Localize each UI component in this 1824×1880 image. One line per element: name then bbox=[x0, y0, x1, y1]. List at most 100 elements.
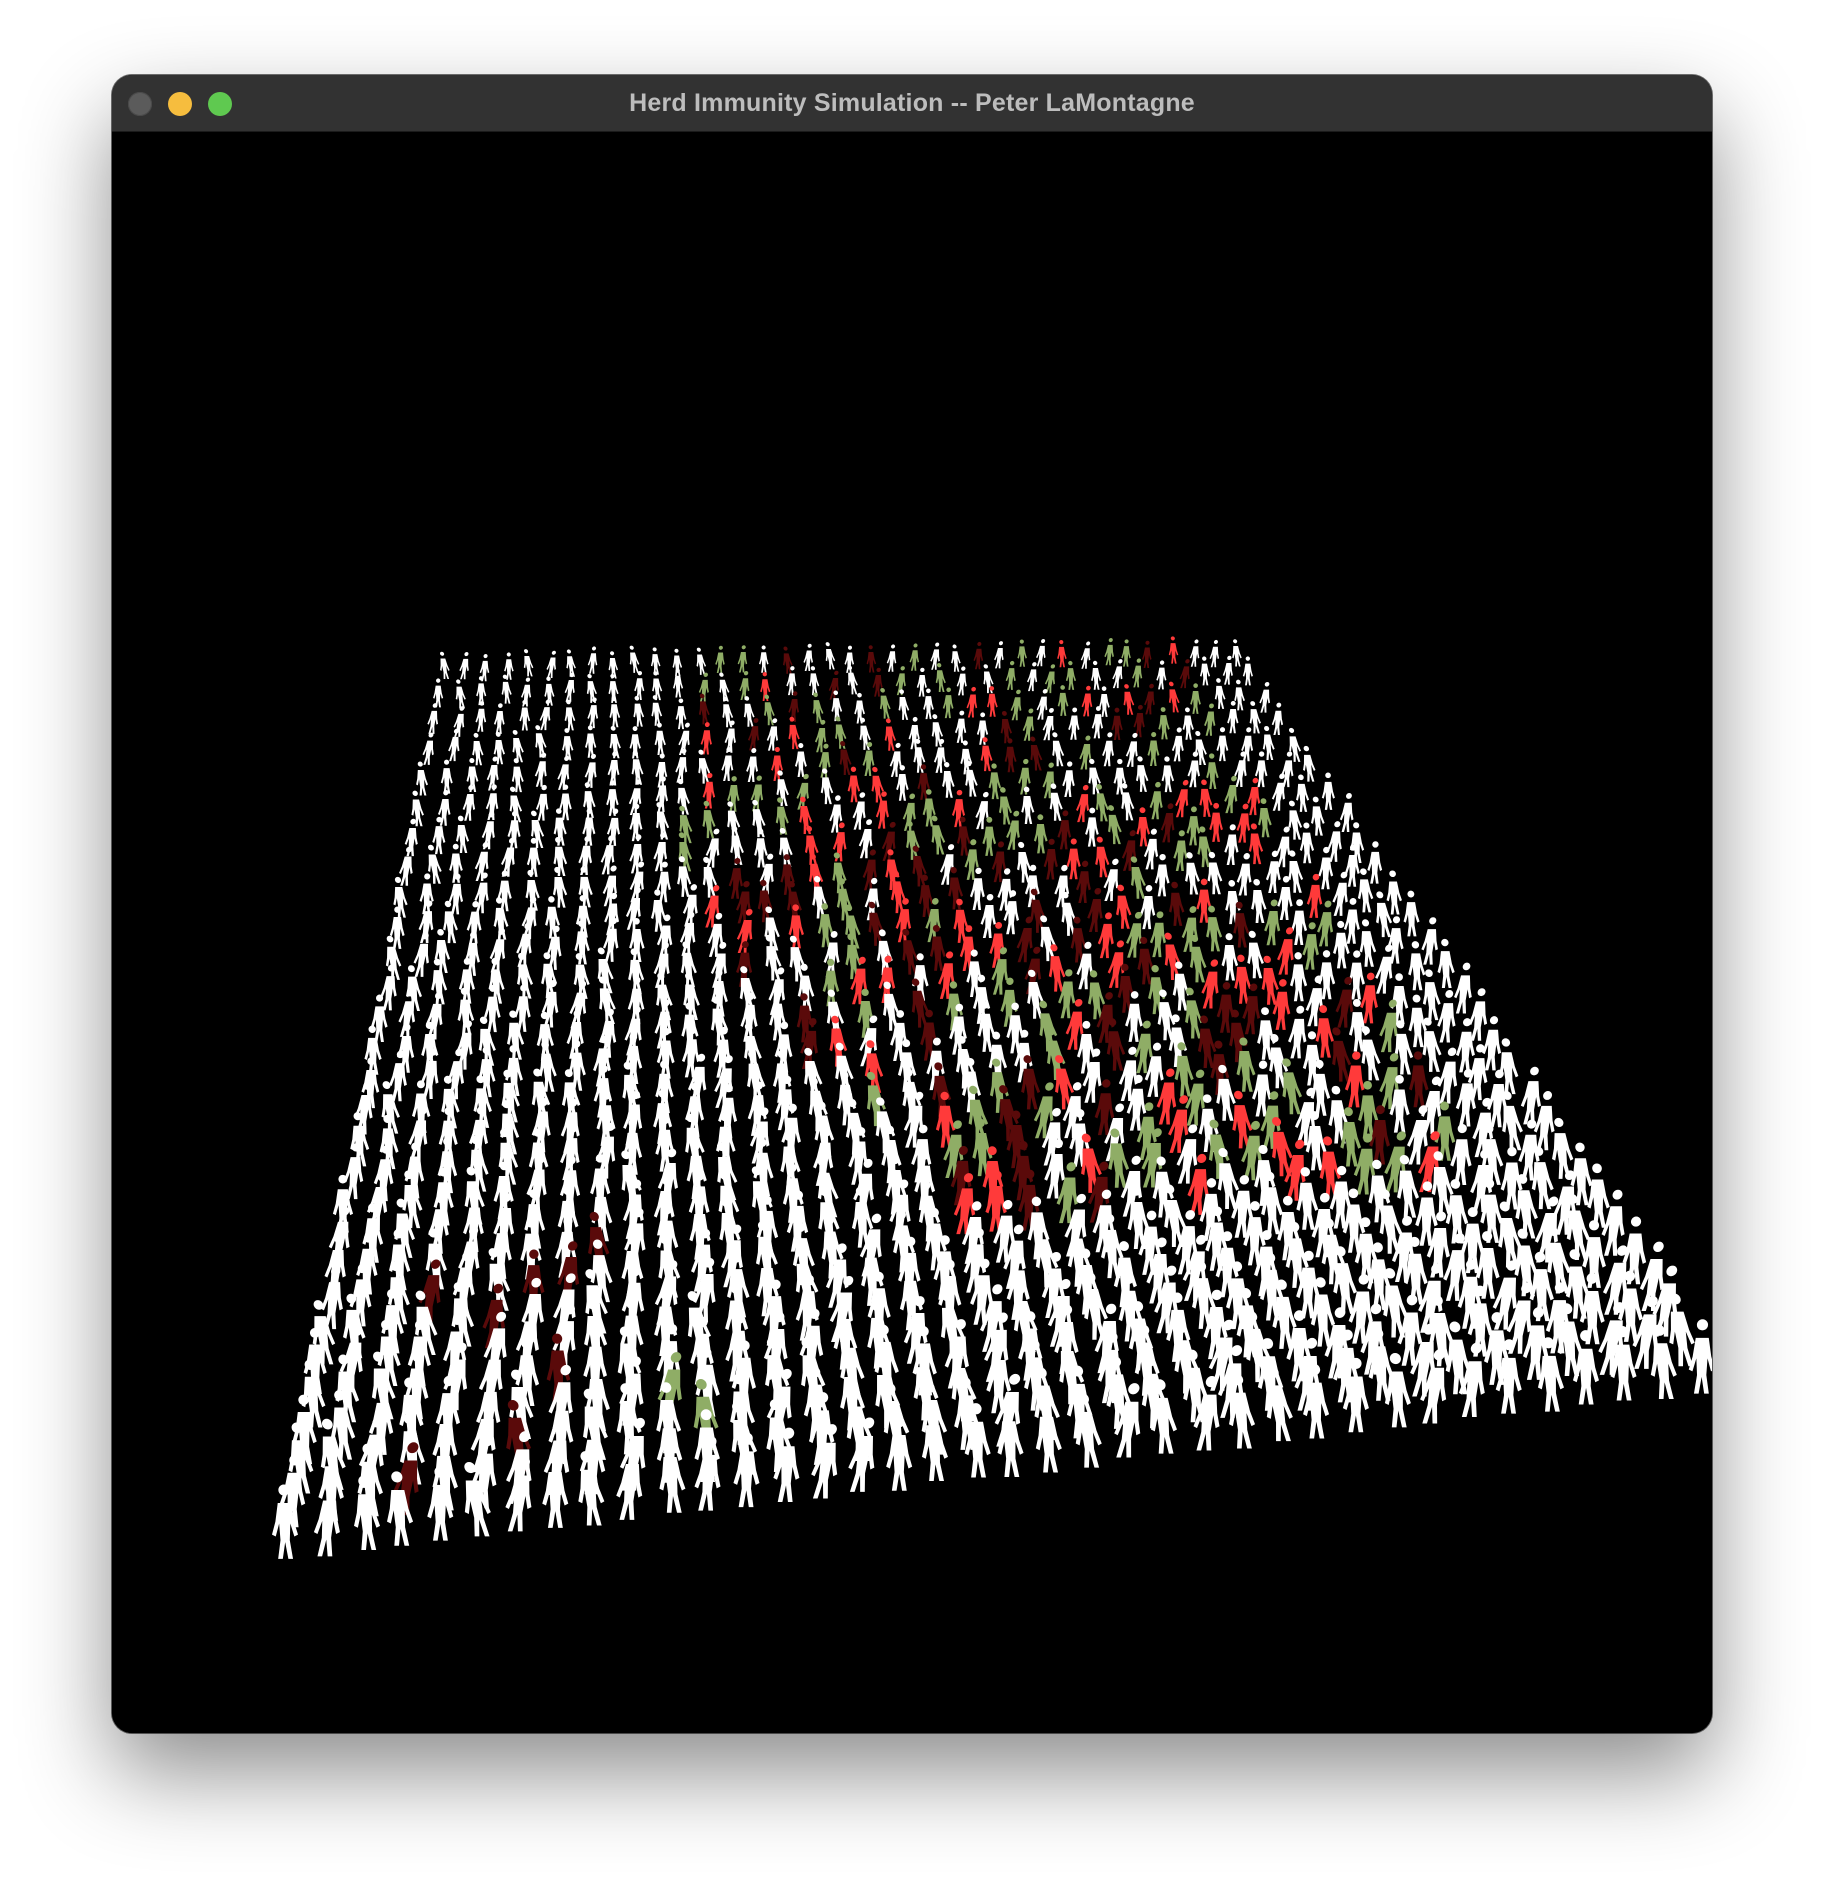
person-figure-infected bbox=[1081, 685, 1093, 717]
person-figure-healthy bbox=[1199, 656, 1211, 686]
person-figure-deceased bbox=[868, 901, 884, 946]
person-figure-healthy bbox=[535, 785, 549, 821]
person-figure-recovered bbox=[942, 687, 954, 719]
person-figure-healthy bbox=[1027, 662, 1038, 692]
person-figure-healthy bbox=[916, 667, 927, 697]
person-figure-infected bbox=[771, 747, 783, 781]
person-figure-healthy bbox=[1189, 639, 1200, 667]
person-figure-recovered bbox=[1317, 900, 1334, 947]
person-figure-healthy bbox=[566, 649, 576, 677]
person-figure-healthy bbox=[416, 761, 429, 796]
person-figure-recovered bbox=[1186, 806, 1201, 846]
person-figure-healthy bbox=[1288, 1005, 1307, 1059]
person-figure-healthy bbox=[908, 716, 920, 750]
person-figure-recovered bbox=[715, 645, 725, 674]
person-figure-healthy bbox=[675, 698, 687, 730]
person-figure-deceased bbox=[1087, 887, 1103, 933]
window-title: Herd Immunity Simulation -- Peter LaMont… bbox=[629, 89, 1195, 117]
person-figure-deceased bbox=[1169, 881, 1185, 926]
person-figure-healthy bbox=[523, 649, 534, 677]
person-figure-recovered bbox=[1005, 660, 1016, 690]
person-figure-healthy bbox=[1242, 656, 1253, 686]
person-figure-healthy bbox=[650, 647, 661, 675]
person-figure-healthy bbox=[1343, 898, 1360, 944]
person-figure-healthy bbox=[1091, 660, 1102, 690]
person-figure-healthy bbox=[562, 728, 574, 761]
person-figure-healthy bbox=[1194, 731, 1207, 765]
person-figure-infected bbox=[1057, 640, 1067, 668]
person-figure-healthy bbox=[1216, 727, 1229, 762]
person-figure-healthy bbox=[1422, 969, 1441, 1021]
person-figure-healthy bbox=[1277, 875, 1293, 921]
person-figure-healthy bbox=[1357, 868, 1374, 913]
person-figure-recovered bbox=[991, 947, 1009, 995]
person-figure-healthy bbox=[422, 732, 434, 765]
person-figure-healthy bbox=[1099, 686, 1110, 717]
person-figure-healthy bbox=[1327, 821, 1342, 862]
person-figure-healthy bbox=[1386, 916, 1404, 964]
simulation-canvas[interactable] bbox=[112, 132, 1712, 1733]
person-figure-healthy bbox=[1080, 641, 1091, 669]
person-figure-healthy bbox=[980, 893, 996, 939]
person-figure-deceased bbox=[1016, 916, 1033, 963]
person-figure-recovered bbox=[1258, 798, 1272, 838]
person-figure-recovered bbox=[1147, 732, 1160, 767]
person-figure-healthy bbox=[1247, 930, 1264, 979]
person-figure-deceased bbox=[788, 691, 800, 722]
person-figure-recovered bbox=[1108, 805, 1122, 845]
person-figure-deceased bbox=[973, 642, 984, 670]
person-figure-healthy bbox=[1359, 919, 1377, 967]
person-figure-healthy bbox=[433, 678, 444, 708]
person-figure-healthy bbox=[587, 697, 599, 729]
title-bar[interactable]: Herd Immunity Simulation -- Peter LaMont… bbox=[112, 75, 1712, 132]
person-figure-healthy bbox=[696, 647, 707, 675]
person-figure-healthy bbox=[587, 646, 598, 674]
person-figure-infected bbox=[1168, 681, 1180, 713]
person-figure-deceased bbox=[698, 693, 710, 725]
person-figure-recovered bbox=[1104, 638, 1114, 666]
person-figure-healthy bbox=[1310, 796, 1325, 836]
person-figure-healthy bbox=[497, 870, 512, 912]
person-figure-healthy bbox=[754, 828, 768, 868]
person-figure-recovered bbox=[998, 787, 1013, 825]
person-figure-healthy bbox=[672, 668, 684, 698]
person-figure-healthy bbox=[1403, 890, 1420, 937]
person-figure-healthy bbox=[1251, 878, 1267, 924]
person-figure-recovered bbox=[739, 671, 750, 700]
person-figure-healthy bbox=[493, 703, 505, 734]
person-figure-healthy bbox=[516, 922, 532, 967]
person-figure-healthy bbox=[719, 672, 730, 702]
person-figure-healthy bbox=[1289, 727, 1302, 762]
person-figure-infected bbox=[966, 686, 978, 718]
person-figure-deceased bbox=[828, 670, 839, 700]
person-figure-healthy bbox=[1154, 853, 1170, 897]
person-figure-infected bbox=[1116, 884, 1132, 929]
person-figure-healthy bbox=[975, 791, 989, 830]
person-figure-healthy bbox=[425, 992, 443, 1040]
person-figure-recovered bbox=[1264, 899, 1281, 946]
person-figure-deceased bbox=[862, 849, 877, 891]
person-figure-healthy bbox=[609, 696, 621, 728]
person-figure-recovered bbox=[1121, 639, 1131, 667]
person-figure-healthy bbox=[656, 861, 671, 903]
person-figure-healthy bbox=[789, 935, 806, 982]
person-figure-healthy bbox=[419, 873, 434, 915]
person-figure-healthy bbox=[448, 873, 464, 915]
person-figure-healthy bbox=[1161, 756, 1175, 793]
person-figure-healthy bbox=[896, 765, 909, 801]
person-figure-infected bbox=[884, 718, 896, 751]
person-figure-healthy bbox=[1222, 655, 1233, 685]
person-figure-healthy bbox=[1036, 639, 1046, 667]
person-figure-deceased bbox=[1179, 659, 1190, 689]
person-figure-healthy bbox=[427, 703, 439, 734]
person-figure-healthy bbox=[432, 816, 446, 855]
person-figure-healthy bbox=[1259, 681, 1271, 713]
person-figure-deceased bbox=[1121, 830, 1137, 871]
person-figure-recovered bbox=[1158, 707, 1170, 740]
person-figure-healthy bbox=[698, 749, 711, 784]
person-figure-recovered bbox=[1033, 814, 1048, 854]
person-figure-healthy bbox=[1214, 678, 1226, 709]
person-figure-healthy bbox=[1318, 846, 1334, 890]
person-figure-recovered bbox=[1132, 658, 1143, 688]
person-figure-deceased bbox=[1030, 736, 1043, 771]
